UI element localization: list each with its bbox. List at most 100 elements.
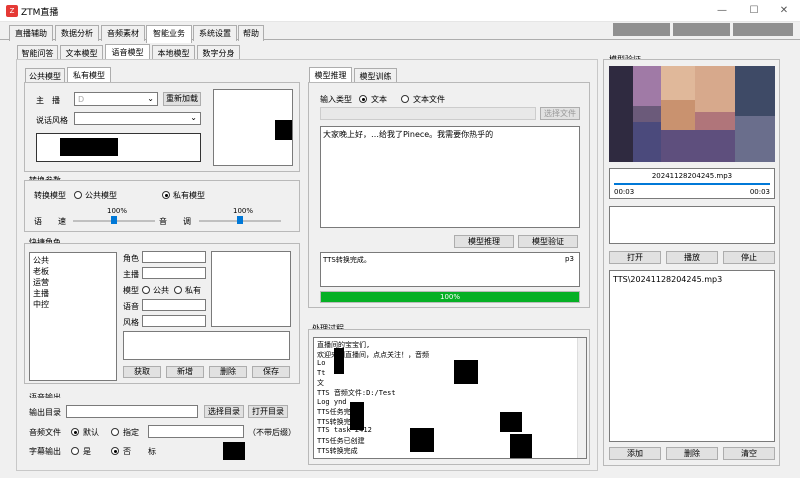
minimize-icon[interactable]: —	[710, 4, 734, 18]
choose-file-button[interactable]: 选择文件	[540, 107, 580, 120]
tab-smart-business[interactable]: 智能业务	[146, 25, 192, 43]
radio-text-file[interactable]	[401, 95, 409, 103]
stop-button[interactable]: 停止	[723, 251, 775, 264]
radio-role-public-label: 公共	[153, 286, 169, 295]
speed-slider-thumb[interactable]	[111, 216, 117, 224]
redacted-block	[275, 120, 292, 140]
video-pixel	[661, 130, 735, 162]
role-anchor-input[interactable]	[142, 267, 206, 279]
suffix-note: （不带后缀）	[248, 428, 296, 437]
redacted-block	[60, 138, 118, 156]
radio-subtitle-no[interactable]	[111, 447, 119, 455]
role-anchor-label: 主播	[123, 270, 139, 279]
list-item[interactable]: TTS\20241128204245.mp3	[613, 275, 722, 284]
play-button[interactable]: 播放	[666, 251, 718, 264]
video-pixel	[735, 66, 775, 116]
role-style-label: 风格	[123, 318, 139, 327]
add-role-button[interactable]: 新增	[166, 366, 204, 378]
add-file-button[interactable]: 添加	[609, 447, 661, 460]
radio-subtitle-yes[interactable]	[71, 447, 79, 455]
radio-role-public[interactable]	[142, 286, 150, 294]
style-label: 说话风格	[36, 116, 68, 125]
anchor-select[interactable]: D ⌄	[74, 92, 158, 106]
top-button-3[interactable]	[733, 23, 793, 36]
radio-text[interactable]	[359, 95, 367, 103]
radio-text-label: 文本	[371, 95, 387, 104]
audio-file-list[interactable]: TTS\20241128204245.mp3	[609, 270, 775, 442]
tab-system-settings[interactable]: 系统设置	[193, 25, 237, 41]
audio-player[interactable]: 20241128204245.mp3 00:03 00:03	[609, 168, 775, 199]
audio-file-input[interactable]	[148, 425, 244, 438]
clear-files-button[interactable]: 清空	[723, 447, 775, 460]
player-track[interactable]	[614, 183, 770, 185]
video-pixel	[661, 66, 695, 100]
open-dir-button[interactable]: 打开目录	[248, 405, 288, 418]
player-track-fill	[614, 183, 770, 185]
radio-private-model[interactable]	[162, 191, 170, 199]
radio-private-label: 私有模型	[173, 191, 205, 200]
log-line: Log ynd	[317, 397, 347, 406]
content-text: 大家晚上好，…给我了Pinece。我需要你热乎的	[323, 130, 494, 139]
radio-public-model[interactable]	[74, 191, 82, 199]
role-input[interactable]	[142, 251, 206, 263]
title-bar: Z ZTM直播 — ☐ ✕	[0, 0, 800, 22]
open-button[interactable]: 打开	[609, 251, 661, 264]
tab-live-assist[interactable]: 直播辅助	[9, 25, 53, 41]
role-style-input[interactable]	[142, 315, 206, 327]
video-preview	[609, 66, 775, 162]
video-pixel	[609, 66, 633, 162]
roles-list[interactable]: 公共 老板 运营 主播 中控	[29, 252, 117, 381]
convert-model-label: 转换模型	[34, 191, 66, 200]
window-title: ZTM直播	[21, 8, 59, 18]
list-item[interactable]: 运营	[33, 277, 49, 288]
get-role-button[interactable]: 获取	[123, 366, 161, 378]
verify-panel: 20241128204245.mp3 00:03 00:03 打开 播放 停止 …	[603, 59, 780, 466]
audio-file-label: 音频文件	[29, 428, 61, 437]
top-button-2[interactable]	[673, 23, 730, 36]
list-item[interactable]: 中控	[33, 299, 49, 310]
tab-data-analysis[interactable]: 数据分析	[55, 25, 99, 41]
list-item[interactable]: 老板	[33, 266, 49, 277]
close-icon[interactable]: ✕	[772, 4, 796, 18]
reload-button[interactable]: 重新加载	[163, 92, 201, 106]
anchor-value: D	[78, 95, 85, 104]
list-item[interactable]: 公共	[33, 255, 49, 266]
process-log[interactable]: 直播间的宝宝们, 欢迎来到直播间，点点关注！，音频 Lo Tt 文 TTS 音频文件:D:…	[313, 337, 587, 459]
tab-help[interactable]: 帮助	[238, 25, 264, 41]
sub-tab-bar: 智能问答 文本模型 语音模型 本地模型 数字分身	[0, 44, 600, 62]
delete-role-button[interactable]: 删除	[209, 366, 247, 378]
roles-panel: 公共 老板 运营 主播 中控 角色 主播 模型 公共 私有 语音 风格 获取 新…	[24, 243, 300, 384]
speed-value: 100%	[107, 207, 128, 215]
role-voice-input[interactable]	[142, 299, 206, 311]
content-textarea[interactable]: 大家晚上好，…给我了Pinece。我需要你热乎的	[320, 126, 580, 228]
delete-file-button[interactable]: 删除	[666, 447, 718, 460]
verify-text-box	[609, 206, 775, 244]
model-infer-button[interactable]: 模型推理	[454, 235, 514, 248]
log-scrollbar[interactable]	[577, 338, 586, 458]
top-button-1[interactable]	[613, 23, 670, 36]
list-item[interactable]: 主播	[33, 288, 49, 299]
radio-default[interactable]	[71, 428, 79, 436]
anchor-image	[213, 89, 293, 166]
save-role-button[interactable]: 保存	[252, 366, 290, 378]
output-panel: 输出目录 选择目录 打开目录 音频文件 默认 指定 （不带后缀） 字幕输出 是 …	[24, 398, 300, 464]
style-select[interactable]: ⌄	[74, 112, 201, 125]
output-dir-input[interactable]	[66, 405, 198, 418]
role-model-label: 模型	[123, 286, 139, 295]
radio-subtitle-yes-label: 是	[83, 447, 91, 456]
radio-specify[interactable]	[111, 428, 119, 436]
speed-label: 语 速	[34, 217, 66, 226]
radio-subtitle-no-label: 否	[123, 447, 131, 456]
radio-role-private[interactable]	[174, 286, 182, 294]
choose-dir-button[interactable]: 选择目录	[204, 405, 244, 418]
process-panel: 直播间的宝宝们, 欢迎来到直播间，点点关注！，音频 Lo Tt 文 TTS 音频文件:D:…	[308, 329, 590, 465]
maximize-icon[interactable]: ☐	[742, 4, 766, 18]
result-text: TTS转换完成。	[323, 256, 371, 264]
pitch-slider-thumb[interactable]	[237, 216, 243, 224]
model-verify-button[interactable]: 模型验证	[518, 235, 578, 248]
radio-text-file-label: 文本文件	[413, 95, 445, 104]
tab-audio-assets[interactable]: 音频素材	[101, 25, 145, 41]
role-text-area[interactable]	[123, 331, 290, 360]
text-file-input[interactable]	[320, 107, 536, 120]
video-pixel	[633, 66, 661, 106]
